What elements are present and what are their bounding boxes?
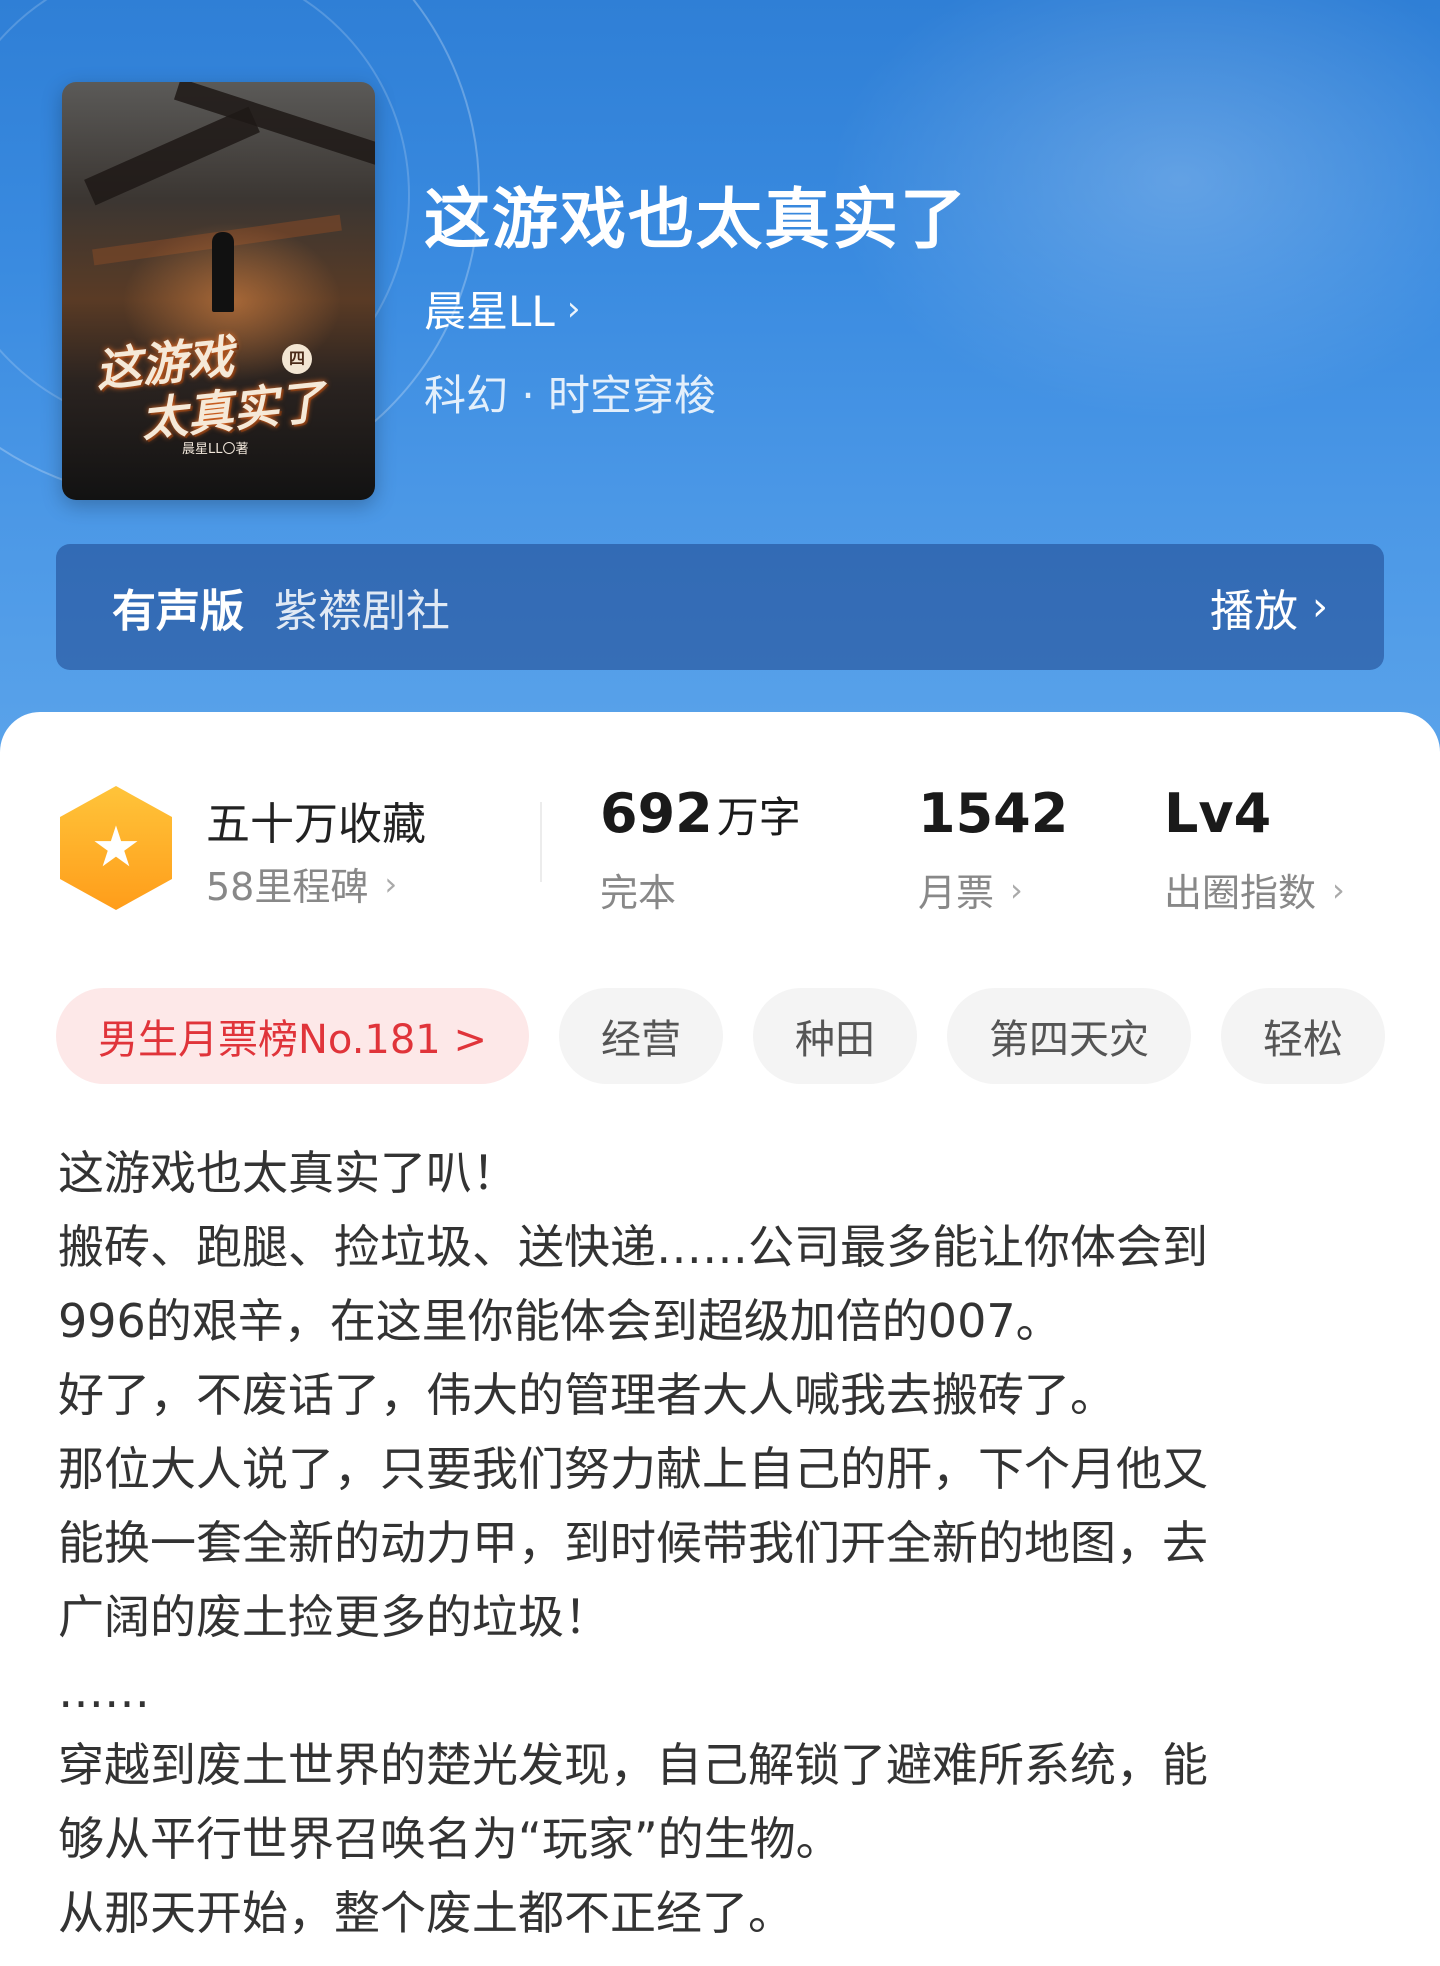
author-link[interactable]: 晨星LL › <box>424 278 580 339</box>
book-cover[interactable]: 这游戏 太真实了 四 晨星LL〇著 <box>62 82 375 500</box>
chevron-right-icon: › <box>566 288 581 329</box>
monthly-tickets-count: 1542 <box>918 782 1069 845</box>
milestone-label: 58里程碑 <box>206 865 369 909</box>
description-line: 广阔的废土捡更多的垃圾！ <box>58 1590 610 1644</box>
audio-version-bar[interactable]: 有声版 紫襟剧社 播放 › <box>56 544 1384 670</box>
stats-divider <box>540 802 542 882</box>
chevron-right-icon: › <box>384 864 398 903</box>
book-header: 这游戏 太真实了 四 晨星LL〇著 这游戏也太真实了 晨星LL › 科幻 · 时… <box>0 0 1440 760</box>
word-count: 692万字 <box>600 782 801 845</box>
tag-item[interactable]: 种田 <box>752 988 917 1084</box>
cover-figure <box>212 232 234 312</box>
description-line: 搬砖、跑腿、捡垃圾、送快递……公司最多能让你体会到 <box>58 1220 1208 1274</box>
chevron-right-icon: › <box>1312 584 1328 630</box>
word-count-unit: 万字 <box>716 793 801 842</box>
audio-label: 有声版 <box>112 586 244 637</box>
monthly-tickets-label: 月票 <box>918 871 995 915</box>
influence-index-link[interactable]: 出圈指数 › <box>1164 862 1345 917</box>
completion-label: 完本 <box>600 871 677 915</box>
stats-row: ★ 五十万收藏 58里程碑 › 692万字 完本 1542 月票 › Lv4 出… <box>0 772 1440 922</box>
book-title: 这游戏也太真实了 <box>424 180 968 258</box>
completion-status: 完本 <box>600 862 676 917</box>
cover-art <box>84 106 260 206</box>
play-button[interactable]: 播放 › <box>1210 575 1328 639</box>
description-line: …… <box>58 1664 150 1718</box>
description-line: 996的艰辛，在这里你能体会到超级加倍的007。 <box>58 1294 1062 1348</box>
favorites-title: 五十万收藏 <box>206 799 426 850</box>
description-line: 好了，不废话了，伟大的管理者大人喊我去搬砖了。 <box>58 1368 1116 1422</box>
tag-item[interactable]: 经营 <box>558 988 723 1084</box>
tag-item[interactable]: 第四天灾 <box>946 988 1191 1084</box>
book-detail-card: ★ 五十万收藏 58里程碑 › 692万字 完本 1542 月票 › Lv4 出… <box>0 712 1440 1966</box>
influence-index-label: 出圈指数 <box>1164 871 1317 915</box>
author-name: 晨星LL <box>424 287 555 336</box>
cover-volume-badge: 四 <box>282 344 312 374</box>
play-label: 播放 <box>1210 586 1298 637</box>
audio-studio: 紫襟剧社 <box>274 586 450 637</box>
cover-author: 晨星LL〇著 <box>182 442 249 457</box>
description-line: 这游戏也太真实了叭！ <box>58 1146 518 1200</box>
tag-ranking[interactable]: 男生月票榜No.181 > <box>56 988 529 1084</box>
influence-level: Lv4 <box>1164 782 1272 845</box>
tag-item[interactable]: 轻松 <box>1220 988 1385 1084</box>
book-genre: 科幻 · 时空穿梭 <box>424 371 717 420</box>
word-count-value: 692 <box>600 782 713 845</box>
book-description: 这游戏也太真实了叭！ 搬砖、跑腿、捡垃圾、送快递……公司最多能让你体会到 996… <box>58 1136 1388 1950</box>
milestone-link[interactable]: 58里程碑 › <box>206 856 397 911</box>
star-icon: ★ <box>90 815 142 880</box>
description-line: 那位大人说了，只要我们努力献上自己的肝，下个月他又 <box>58 1442 1208 1496</box>
monthly-tickets-link[interactable]: 月票 › <box>918 862 1023 917</box>
description-line: 从那天开始，整个废土都不正经了。 <box>58 1886 794 1940</box>
chevron-right-icon: › <box>1332 870 1345 909</box>
description-line: 能换一套全新的动力甲，到时候带我们开全新的地图，去 <box>58 1516 1208 1570</box>
description-line: 够从平行世界召唤名为“玩家”的生物。 <box>58 1812 842 1866</box>
star-hexagon-icon[interactable]: ★ <box>60 786 172 910</box>
chevron-right-icon: › <box>1010 870 1023 909</box>
tag-list: 男生月票榜No.181 > 经营 种田 第四天灾 轻松 <box>56 988 1440 1084</box>
description-line: 穿越到废土世界的楚光发现，自己解锁了避难所系统，能 <box>58 1738 1208 1792</box>
